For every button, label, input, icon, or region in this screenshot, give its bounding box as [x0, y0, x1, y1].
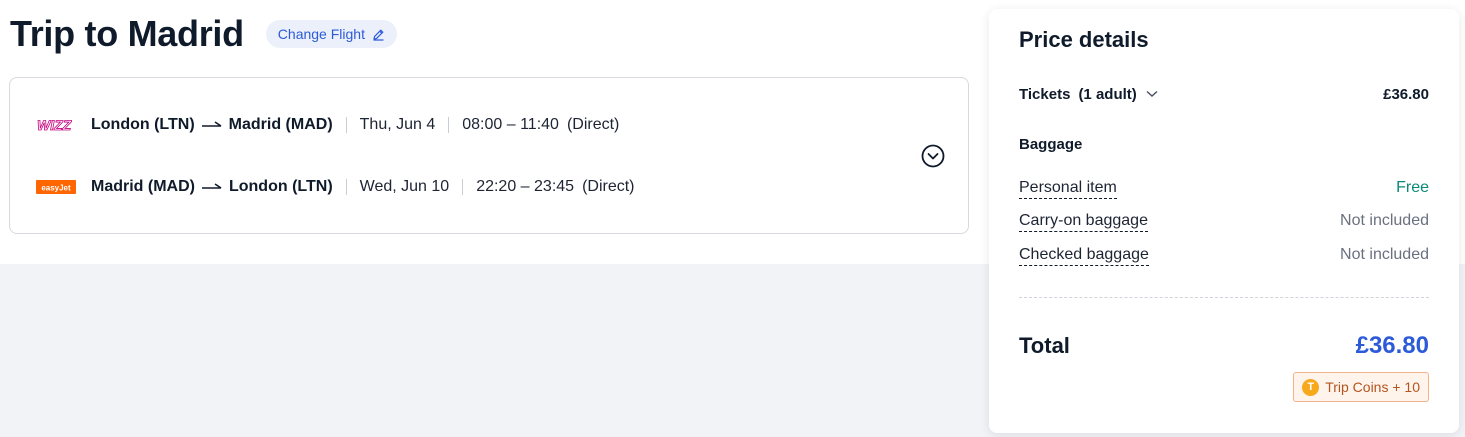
- divider: [345, 117, 347, 133]
- divider: [462, 179, 464, 195]
- baggage-row-carry-on: Carry-on baggage Not included: [1019, 210, 1429, 232]
- wizz-logo: WIZZ: [35, 115, 77, 135]
- change-flight-label: Change Flight: [277, 26, 365, 42]
- change-flight-button[interactable]: Change Flight: [265, 20, 397, 48]
- tickets-price: £36.80: [1383, 85, 1429, 103]
- flight-row-outbound: WIZZ London (LTN) Madrid (MAD) Thu, Jun …: [35, 113, 620, 137]
- expand-details-button[interactable]: [921, 144, 945, 168]
- svg-text:easyJet: easyJet: [41, 184, 71, 193]
- tickets-label: Tickets: [1019, 85, 1071, 103]
- divider: [345, 179, 347, 195]
- flight-times: 08:00 – 11:40: [462, 116, 559, 133]
- flight-row-return: easyJet Madrid (MAD) London (LTN) Wed, J…: [35, 175, 635, 199]
- page-title: Trip to Madrid: [10, 13, 244, 54]
- chevron-down-circle-icon: [921, 144, 945, 168]
- baggage-row-checked: Checked baggage Not included: [1019, 244, 1429, 266]
- trip-coins-label: Trip Coins + 10: [1325, 379, 1420, 395]
- baggage-label[interactable]: Personal item: [1019, 178, 1117, 199]
- tickets-toggle[interactable]: Tickets (1 adult): [1019, 86, 1158, 103]
- page-header: Trip to Madrid Change Flight: [10, 12, 397, 56]
- flight-date: Wed, Jun 10: [359, 178, 450, 195]
- trip-coins-badge: T Trip Coins + 10: [1293, 372, 1429, 402]
- flight-times: 22:20 – 23:45: [476, 178, 575, 195]
- baggage-label[interactable]: Carry-on baggage: [1019, 211, 1148, 232]
- tickets-count: (1 adult): [1078, 85, 1137, 103]
- total-row: Total £36.80: [1019, 331, 1429, 361]
- origin: London (LTN): [91, 116, 195, 133]
- coin-icon: T: [1302, 378, 1320, 396]
- total-value: £36.80: [1355, 332, 1429, 359]
- flight-date: Thu, Jun 4: [359, 116, 436, 133]
- arrow-right-icon: [201, 119, 223, 131]
- total-label: Total: [1019, 333, 1070, 358]
- easyjet-logo: easyJet: [35, 177, 77, 197]
- destination: Madrid (MAD): [228, 116, 333, 133]
- price-details-panel: Price details Tickets (1 adult) £36.80 B…: [989, 9, 1459, 433]
- route-return: Madrid (MAD) London (LTN): [91, 178, 333, 196]
- price-details-title: Price details: [1019, 27, 1149, 52]
- baggage-heading: Baggage: [1019, 136, 1083, 153]
- tickets-row: Tickets (1 adult) £36.80: [1019, 83, 1429, 105]
- origin: Madrid (MAD): [91, 178, 195, 195]
- baggage-value: Not included: [1340, 246, 1429, 263]
- baggage-value: Not included: [1340, 212, 1429, 229]
- route-outbound: London (LTN) Madrid (MAD): [91, 116, 333, 134]
- baggage-label[interactable]: Checked baggage: [1019, 245, 1149, 266]
- divider: [448, 117, 450, 133]
- svg-text:WIZZ: WIZZ: [37, 117, 72, 133]
- flight-summary-card: WIZZ London (LTN) Madrid (MAD) Thu, Jun …: [9, 77, 969, 234]
- flight-stops: (Direct): [566, 116, 620, 133]
- baggage-row-personal-item: Personal item Free: [1019, 177, 1429, 199]
- baggage-value: Free: [1396, 179, 1429, 196]
- divider: [1019, 297, 1429, 298]
- chevron-down-icon: [1146, 90, 1158, 97]
- pencil-icon: [373, 29, 384, 41]
- destination: London (LTN): [228, 178, 333, 195]
- flight-stops: (Direct): [582, 178, 635, 195]
- arrow-right-icon: [201, 181, 223, 193]
